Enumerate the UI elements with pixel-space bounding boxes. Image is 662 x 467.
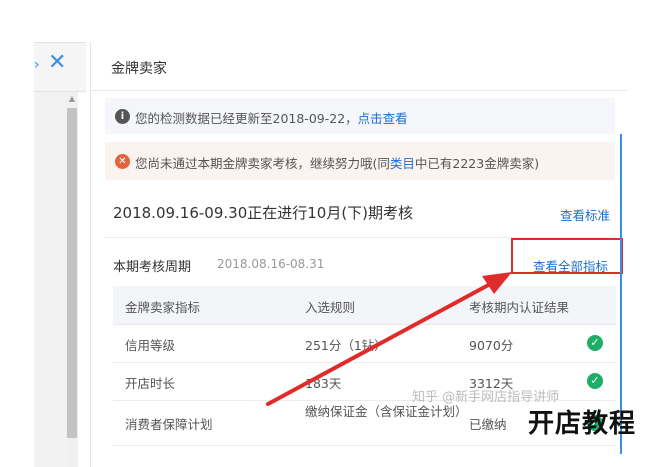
annotation-arrow [266, 272, 512, 406]
brand-label: 开店教程 [528, 409, 637, 439]
